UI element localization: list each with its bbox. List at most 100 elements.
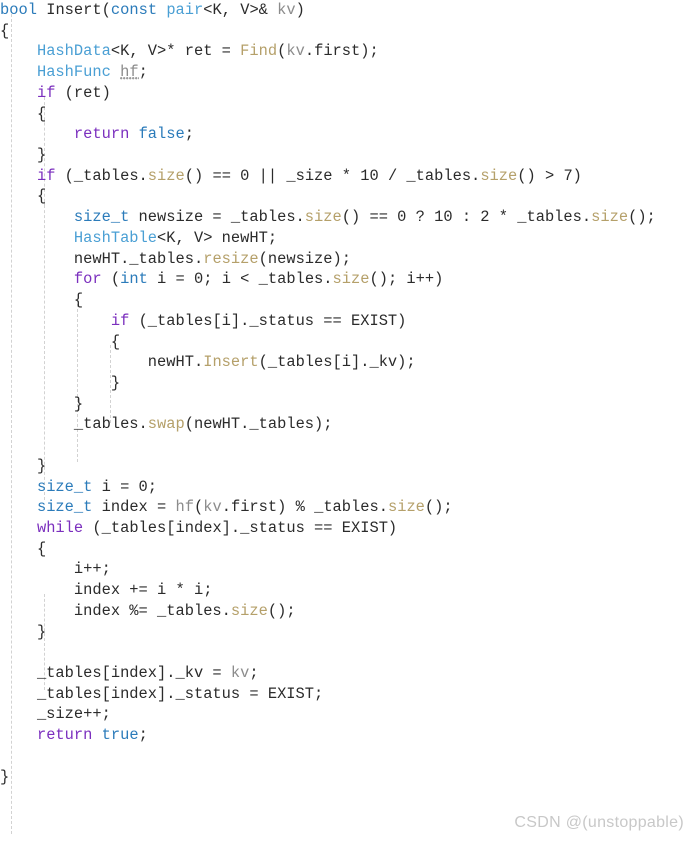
code-token: ; [249,664,259,682]
code-line: { [0,332,696,353]
code-editor-viewport[interactable]: bool Insert(const pair<K, V>& kv){ HashD… [0,0,696,846]
code-token: for [73,270,102,289]
code-token: <K, V> newHT; [157,228,278,247]
code-token: size_t [36,498,93,517]
code-token: (); [424,498,453,517]
code-token: size [230,601,268,620]
code-token: { [0,187,47,206]
code-line: _tables[index]._status = EXIST; [0,684,696,705]
code-token: Find [240,42,278,61]
code-line: index += i * i; [0,580,696,601]
code-line: newHT._tables.resize(newsize); [0,249,696,270]
code-token: const [110,1,158,19]
code-token: _tables[index]._kv = [0,664,231,682]
code-token: <K, V>& [203,1,278,19]
code-line: HashFunc hf; [0,62,696,83]
code-token: { [0,104,47,123]
code-line: { [0,186,696,207]
code-token: if [36,166,56,185]
code-token: (newsize); [258,249,351,268]
code-token: _size++; [0,705,111,724]
code-line: newHT.Insert(_tables[i]._kv); [0,352,696,373]
code-line: if (_tables.size() == 0 || _size * 10 / … [0,166,696,187]
code-token: HashTable [73,228,158,247]
code-token: i = 0; [92,477,158,496]
code-token: ( [101,1,111,19]
code-token: size [387,498,425,517]
code-token: kv [277,1,296,19]
code-line: bool Insert(const pair<K, V>& kv) [0,0,696,21]
csdn-watermark: CSDN @(unstoppable) [514,814,684,831]
code-token: (_tables[i]._kv); [258,353,416,372]
code-token: index %= _tables. [0,601,231,620]
code-token: while [36,518,84,537]
code-line: size_t i = 0; [0,477,696,498]
code-token: index = [92,498,176,517]
code-token: size [147,166,185,185]
code-line: i++; [0,559,696,580]
code-token: Insert [46,1,102,19]
code-token: ) [295,1,305,19]
code-token: () == 0 || _size * 10 / _tables. [184,166,481,185]
code-line-list: bool Insert(const pair<K, V>& kv){ HashD… [0,0,696,787]
code-token: newHT._tables. [0,249,204,268]
code-token: size [332,270,370,289]
code-line: } [0,145,696,166]
code-line: for (int i = 0; i < _tables.size(); i++) [0,269,696,290]
code-token: { [0,539,47,558]
code-token: (newHT._tables); [184,415,333,434]
code-token: (ret) [55,83,111,102]
code-token: i = 0; i < _tables. [147,270,333,289]
code-token: newsize = _tables. [129,208,305,227]
code-token: ; [138,63,148,82]
code-token: if [36,83,56,102]
code-token: i++; [0,560,111,579]
code-token: size_t [73,208,130,227]
code-token: kv [286,42,305,61]
code-token: } [0,622,47,641]
code-token: size [480,166,518,185]
code-line: HashData<K, V>* ret = Find(kv.first); [0,41,696,62]
code-token: ; [138,726,148,745]
code-token: } [0,456,47,475]
code-token: resize [203,249,259,268]
code-token: kv [230,664,250,682]
code-token: false [138,125,185,144]
code-token: size_t [36,477,93,496]
code-token: size [591,208,629,227]
code-token: hf [120,63,139,82]
code-line: index %= _tables.size(); [0,601,696,622]
code-token: .first) % _tables. [221,498,388,517]
code-line: } [0,767,696,788]
code-token: bool [0,1,37,19]
code-token: if [110,311,130,330]
code-token: ( [101,270,121,289]
code-line: _tables.swap(newHT._tables); [0,414,696,435]
code-token: Insert [203,353,259,372]
code-line: } [0,456,696,477]
code-line: while (_tables[index]._status == EXIST) [0,518,696,539]
code-token: { [0,21,10,40]
code-token: index += i * i; [0,581,213,600]
code-token: newHT. [0,353,204,372]
code-token: <K, V>* ret = [110,42,241,61]
code-token: HashData [36,42,111,61]
code-token: ; [184,125,194,144]
code-token: _tables[index]._status = EXIST; [0,684,324,703]
code-token: (); [628,208,656,227]
code-line: size_t index = hf(kv.first) % _tables.si… [0,497,696,518]
code-token: true [101,726,139,745]
